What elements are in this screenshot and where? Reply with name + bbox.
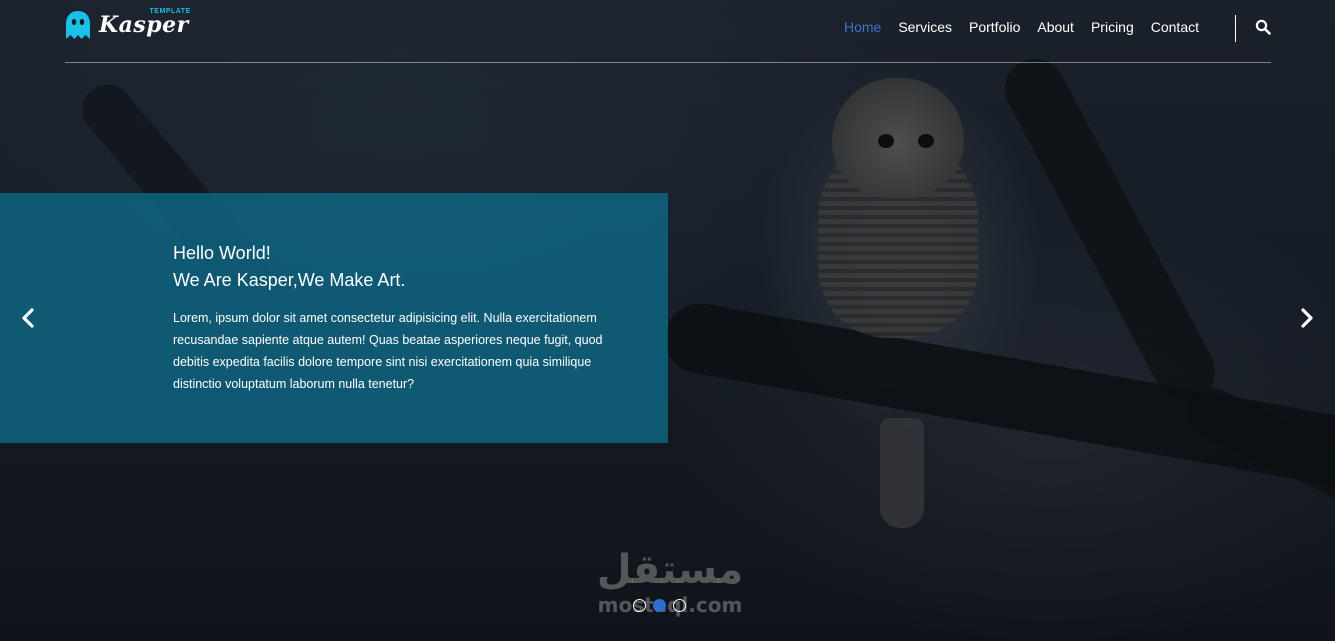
- slide-heading: Hello World! We Are Kasper,We Make Art.: [173, 240, 405, 294]
- owl-image: [818, 78, 978, 528]
- slide-heading-line-1: Hello World!: [173, 243, 271, 263]
- nav-item-contact[interactable]: Contact: [1151, 18, 1199, 36]
- chevron-left-icon: [22, 308, 34, 328]
- header-divider: [65, 62, 1271, 63]
- nav-item-about[interactable]: About: [1037, 18, 1074, 36]
- logo-tagline: TEMPLATE: [149, 8, 191, 15]
- slide-body-text: Lorem, ipsum dolor sit amet consectetur …: [173, 311, 603, 391]
- branch-shape: [994, 48, 1226, 412]
- slider-bullet-3[interactable]: [673, 599, 686, 612]
- slider-next-button[interactable]: [1297, 306, 1317, 330]
- nav-item-pricing[interactable]: Pricing: [1091, 18, 1134, 36]
- slide-caption-panel: Hello World! We Are Kasper,We Make Art. …: [0, 193, 668, 443]
- logo-wordmark: Kasper: [99, 12, 189, 38]
- slider-bullets: [633, 599, 686, 612]
- chevron-right-icon: [1301, 308, 1313, 328]
- search-icon[interactable]: [1255, 19, 1273, 37]
- ghost-icon: [65, 10, 91, 40]
- slider-bullet-1[interactable]: [633, 599, 646, 612]
- nav-item-home[interactable]: Home: [844, 18, 881, 36]
- nav-divider: [1235, 15, 1236, 42]
- slider-prev-button[interactable]: [18, 306, 38, 330]
- nav-item-services[interactable]: Services: [898, 18, 952, 36]
- nav-item-portfolio[interactable]: Portfolio: [969, 18, 1020, 36]
- main-nav: Home Services Portfolio About Pricing Co…: [827, 18, 1199, 36]
- watermark-arabic: مستقل: [596, 547, 744, 593]
- slider-bullet-2[interactable]: [653, 599, 666, 612]
- slide-heading-line-2: We Are Kasper,We Make Art.: [173, 270, 406, 290]
- site-logo[interactable]: TEMPLATE Kasper: [65, 8, 191, 40]
